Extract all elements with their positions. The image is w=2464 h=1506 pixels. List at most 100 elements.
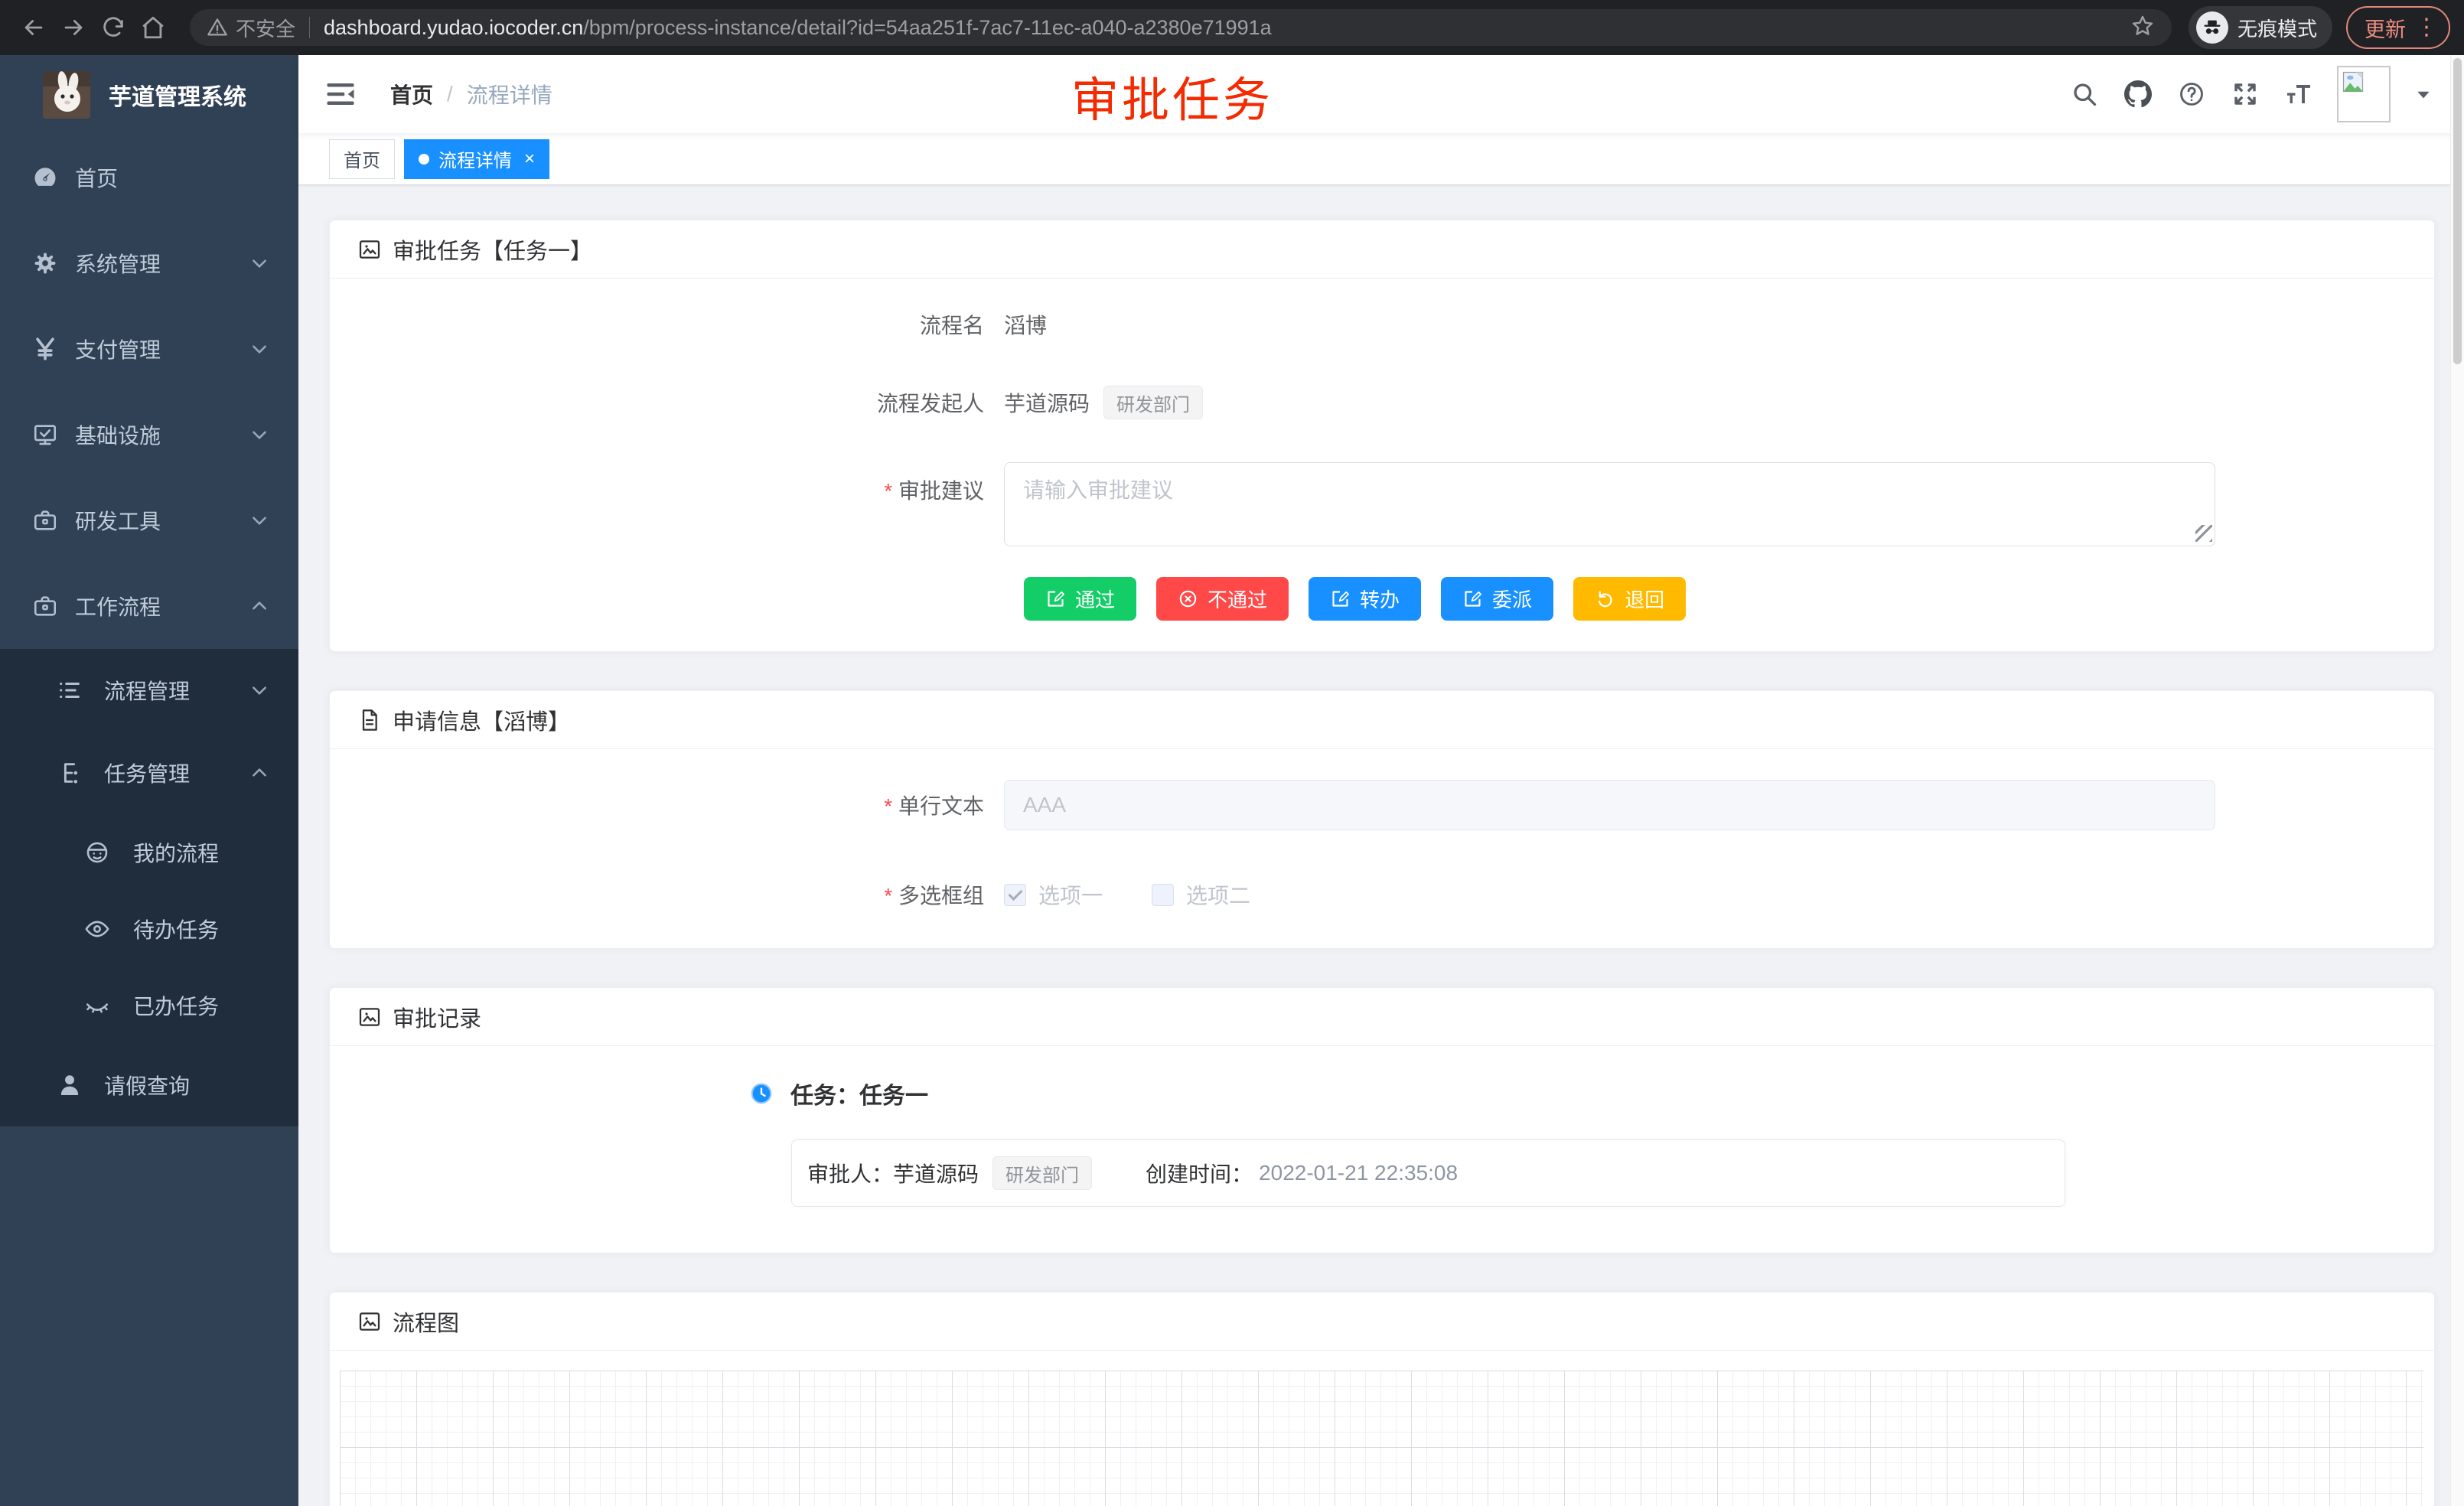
incognito-label: 无痕模式	[2237, 14, 2317, 42]
picture-icon	[357, 1005, 382, 1029]
sidebar-toggle-icon[interactable]	[324, 78, 357, 110]
transfer-button[interactable]: 转办	[1309, 577, 1421, 621]
approve-button[interactable]: 通过	[1024, 577, 1136, 621]
checkbox-option-1: 选项一	[1004, 879, 1103, 910]
sidebar-item-label: 待办任务	[133, 914, 219, 944]
single-text-label: 单行文本	[357, 790, 1004, 820]
application-info-card: 申请信息【滔博】 单行文本 多选框组 选项一	[329, 690, 2435, 949]
eye-closed-icon	[84, 993, 110, 1019]
breadcrumb-home-link[interactable]: 首页	[390, 79, 433, 109]
yen-icon	[32, 336, 58, 362]
home-icon[interactable]	[133, 8, 173, 47]
approval-task-card: 审批任务【任务一】 流程名 滔博 流程发起人 芋道源码 研发部门 审批建议	[329, 220, 2435, 652]
card-title: 申请信息【滔博】	[393, 704, 570, 736]
sidebar-item-label: 工作流程	[75, 591, 161, 621]
sidebar-item-home[interactable]: 首页	[0, 135, 298, 220]
tag-home[interactable]: 首页	[329, 139, 395, 179]
search-icon[interactable]	[2069, 79, 2100, 109]
breadcrumb: 首页 / 流程详情	[390, 79, 552, 109]
bpmn-canvas[interactable]	[340, 1371, 2423, 1506]
font-size-icon[interactable]	[2283, 79, 2314, 109]
process-name-value: 滔博	[1004, 309, 1047, 340]
single-text-input	[1004, 780, 2215, 830]
suggestion-textarea[interactable]	[1004, 462, 2215, 546]
reject-button[interactable]: 不通过	[1156, 577, 1289, 621]
avatar[interactable]	[2337, 66, 2391, 122]
tag-process-detail[interactable]: 流程详情 ×	[404, 139, 549, 179]
created-label: 创建时间：	[1146, 1158, 1253, 1188]
suggestion-label: 审批建议	[357, 462, 1004, 505]
browser-menu-icon[interactable]: ⋮	[2415, 16, 2438, 39]
omnibox-divider	[309, 17, 310, 38]
browser-toolbar: 不安全 dashboard.yudao.iocoder.cn/bpm/proce…	[0, 0, 2464, 55]
security-label: 不安全	[236, 14, 295, 42]
page-content: 审批任务【任务一】 流程名 滔博 流程发起人 芋道源码 研发部门 审批建议	[298, 185, 2464, 1506]
approval-record-card: 审批记录 任务：任务一 审批人： 芋道源码 研发部门 创建时间： 202	[329, 987, 2435, 1253]
sidebar-item-devtools[interactable]: 研发工具	[0, 478, 298, 563]
timeline-node: 任务：任务一	[749, 1077, 2407, 1110]
delegate-button[interactable]: 委派	[1441, 577, 1553, 621]
picture-icon	[357, 1309, 382, 1334]
bookmark-star-icon[interactable]	[2130, 14, 2155, 42]
created-time: 2022-01-21 22:35:08	[1259, 1161, 1458, 1185]
fullscreen-icon[interactable]	[2230, 79, 2260, 109]
top-navbar: 首页 / 流程详情	[298, 55, 2464, 133]
picture-icon	[357, 237, 382, 262]
card-title: 流程图	[393, 1306, 459, 1338]
sidebar-item-done-tasks[interactable]: 已办任务	[0, 967, 298, 1044]
user-icon	[57, 1072, 83, 1098]
sidebar-item-label: 首页	[75, 162, 118, 193]
scrollbar-thumb[interactable]	[2453, 58, 2462, 364]
breadcrumb-separator: /	[447, 82, 453, 106]
sidebar-item-label: 系统管理	[75, 248, 161, 279]
close-icon[interactable]: ×	[524, 150, 535, 168]
sidebar-item-payment[interactable]: 支付管理	[0, 306, 298, 392]
sidebar-item-label: 支付管理	[75, 334, 161, 364]
resize-handle[interactable]	[2195, 525, 2212, 542]
initiator-value: 芋道源码	[1004, 387, 1090, 418]
approval-actions: 通过 不通过 转办 委派	[1024, 577, 2407, 621]
sidebar-item-leave-query[interactable]: 请假查询	[0, 1044, 298, 1126]
sidebar-item-infra[interactable]: 基础设施	[0, 392, 298, 478]
security-chip[interactable]: 不安全	[207, 14, 295, 42]
tag-label: 首页	[344, 145, 380, 172]
active-dot	[419, 154, 429, 165]
browser-update-button[interactable]: 更新 ⋮	[2346, 6, 2450, 49]
reload-icon[interactable]	[93, 8, 133, 47]
gear-icon	[32, 250, 58, 276]
github-icon[interactable]	[2123, 79, 2153, 109]
update-label: 更新	[2365, 13, 2406, 43]
card-body: 单行文本 多选框组 选项一 选项二	[330, 749, 2434, 948]
sidebar-item-my-process[interactable]: 我的流程	[0, 814, 298, 891]
navbar-actions	[2069, 66, 2433, 122]
sidebar-item-label: 基础设施	[75, 419, 161, 450]
app-title: 芋道管理系统	[109, 78, 246, 112]
document-icon	[357, 708, 382, 732]
sidebar-item-workflow[interactable]: 工作流程	[0, 563, 298, 649]
tree-icon	[57, 760, 83, 786]
forward-icon[interactable]	[54, 8, 93, 47]
tags-view-bar: 首页 流程详情 ×	[298, 133, 2464, 185]
sidebar-item-todo-tasks[interactable]: 待办任务	[0, 891, 298, 967]
incognito-icon	[2196, 11, 2228, 44]
sidebar-item-task-mgmt[interactable]: 任务管理	[0, 732, 298, 814]
workflow-submenu: 流程管理 任务管理 我的流程	[0, 649, 298, 1126]
address-bar[interactable]: 不安全 dashboard.yudao.iocoder.cn/bpm/proce…	[190, 9, 2172, 46]
back-icon[interactable]	[14, 8, 54, 47]
assignee-label: 审批人：	[807, 1158, 893, 1188]
card-body: 任务：任务一 审批人： 芋道源码 研发部门 创建时间： 2022-01-21 2…	[330, 1046, 2434, 1253]
task-title: 任务：任务一	[790, 1077, 928, 1110]
card-body: 流程名 滔博 流程发起人 芋道源码 研发部门 审批建议	[330, 279, 2434, 651]
app-frame: 芋道管理系统 首页 系统管理 支付管理	[0, 55, 2464, 1506]
sidebar-item-process-mgmt[interactable]: 流程管理	[0, 649, 298, 732]
card-header: 审批任务【任务一】	[330, 220, 2434, 279]
chevron-down-icon[interactable]	[2413, 84, 2433, 104]
tag-label: 流程详情	[438, 145, 512, 172]
return-button[interactable]: 退回	[1573, 577, 1686, 621]
page-scrollbar[interactable]	[2450, 55, 2464, 1506]
sidebar-logo-row[interactable]: 芋道管理系统	[0, 55, 298, 135]
help-icon[interactable]	[2176, 79, 2207, 109]
sidebar-item-system[interactable]: 系统管理	[0, 220, 298, 306]
sidebar-menu: 首页 系统管理 支付管理 基础设施	[0, 135, 298, 1506]
card-title: 审批任务【任务一】	[393, 233, 592, 266]
